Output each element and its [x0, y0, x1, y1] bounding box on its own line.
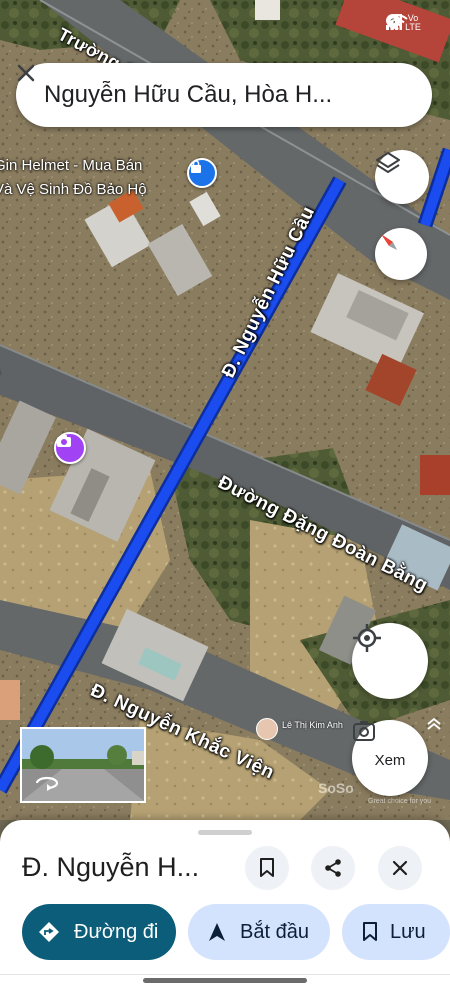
- contributor-name: Lê Thị Kim Anh: [282, 720, 343, 730]
- gesture-nav-bar[interactable]: [143, 978, 307, 983]
- save-label: Lưu: [390, 920, 426, 943]
- crosshair-icon: [353, 624, 381, 652]
- directions-button[interactable]: Đường đi: [22, 904, 176, 960]
- place-title: Đ. Nguyễn H...: [22, 852, 200, 882]
- directions-label: Đường đi: [74, 920, 159, 943]
- camera-icon: [57, 435, 71, 447]
- status-bar: Vo LTE: [386, 14, 432, 32]
- close-icon: [392, 860, 408, 876]
- bookmark-button[interactable]: [245, 846, 289, 890]
- share-icon: [325, 859, 341, 877]
- poi-label-line1: Gin Helmet - Mua Bán: [0, 157, 143, 174]
- drag-handle[interactable]: [198, 830, 252, 835]
- compass-button[interactable]: [375, 228, 427, 280]
- contributor-avatar: [256, 718, 278, 740]
- clear-search-button[interactable]: [17, 64, 424, 121]
- lens-button[interactable]: Xem: [352, 720, 428, 796]
- shopping-bag-icon: [191, 160, 201, 173]
- navigation-arrow-icon: [209, 923, 225, 941]
- photo-marker[interactable]: [54, 432, 86, 464]
- search-query[interactable]: Nguyễn Hữu Cầu, Hòa H...: [44, 81, 372, 109]
- start-label: Bắt đầu: [240, 920, 309, 943]
- shopping-bag-marker[interactable]: [187, 158, 217, 188]
- street-view-thumbnail[interactable]: [20, 727, 146, 803]
- bookmark-icon: [363, 922, 377, 941]
- share-button[interactable]: [311, 846, 355, 890]
- layers-icon: [376, 152, 400, 173]
- camera-lens-icon: [353, 721, 375, 741]
- compass-icon: [381, 234, 397, 250]
- watermark-text: SoSo: [318, 780, 354, 796]
- poi-label-line2: Và Vệ Sinh Đồ Bảo Hộ: [0, 181, 147, 198]
- close-icon: [17, 64, 35, 82]
- bookmark-icon: [260, 858, 274, 877]
- search-bar[interactable]: Nguyễn Hữu Cầu, Hòa H...: [16, 63, 432, 127]
- lens-label: Xem: [374, 751, 406, 769]
- map-view[interactable]: Vo LTE Trường C Đ. Nguyễn Hữu Cầu Đường …: [0, 0, 450, 820]
- watermark-tagline: Great choice for you: [368, 798, 432, 805]
- close-sheet-button[interactable]: [378, 846, 422, 890]
- divider: [0, 974, 450, 975]
- start-button[interactable]: Bắt đầu: [188, 904, 330, 960]
- save-button[interactable]: Lưu: [342, 904, 450, 960]
- place-sheet[interactable]: Đ. Nguyễn H... Đường đi Bắt đầu Lưu: [0, 820, 450, 992]
- my-location-button[interactable]: [352, 623, 428, 699]
- layers-button[interactable]: [375, 150, 429, 204]
- directions-icon: [39, 922, 59, 942]
